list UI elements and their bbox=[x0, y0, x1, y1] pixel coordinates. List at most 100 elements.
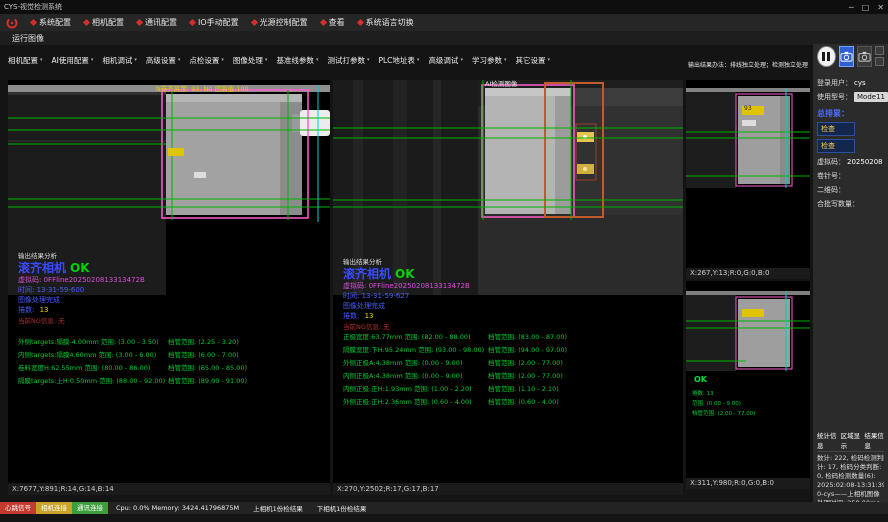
chevron-down-icon: ▾ bbox=[265, 57, 268, 63]
menu-bullet-icon bbox=[83, 19, 90, 26]
needle-label: 卷针号： bbox=[817, 171, 845, 181]
title-bar: CYS-视觉检测系统 ─ □ ✕ bbox=[0, 0, 888, 14]
camera-icon bbox=[840, 50, 853, 63]
menu-bullet-icon bbox=[320, 19, 327, 26]
stats-line: 0-cys——上相机图像 bbox=[817, 490, 884, 499]
measurement-text: 正极宽度:63.77mm 范围: (82.00 - 88.00) bbox=[343, 331, 488, 344]
menu-item-language[interactable]: 系统语言切换 bbox=[358, 17, 414, 28]
camera2-title: 滚齐相机 OK bbox=[343, 265, 470, 281]
camera-a-view-button[interactable] bbox=[839, 46, 854, 67]
menu-item-light-control[interactable]: 光源控制配置 bbox=[252, 17, 308, 28]
menu-item-system-config[interactable]: 系统配置 bbox=[31, 17, 71, 28]
tool-baseline-params[interactable]: 基准线参数▾ bbox=[276, 55, 318, 66]
status-ok-badge: OK bbox=[70, 261, 90, 275]
virtual-code-row: 虚拟码： 20250208 bbox=[817, 157, 884, 167]
stats-block: 统计信息 区域显示 结果信息 数计: 222, 检码检测判断: 计: 17, 检… bbox=[817, 430, 884, 508]
stats-tabs: 统计信息 区域显示 结果信息 bbox=[817, 430, 884, 452]
tool-other-settings[interactable]: 其它设置▾ bbox=[515, 55, 550, 66]
chevron-down-icon: ▾ bbox=[504, 57, 507, 63]
virtual-code: 虚拟码: 0FFline2025020813313472B bbox=[343, 281, 470, 291]
measurement-text: 外侧targets:隔膜-4.00mm 范围: (3.00 - 3.50) bbox=[18, 336, 168, 349]
tool-spot-check[interactable]: 点检设置▾ bbox=[189, 55, 224, 66]
measurement-row: 卷料宽度H:62.55mm 范围: (80.00 - 86.00)档管范围: (… bbox=[18, 362, 247, 375]
stats-tab[interactable]: 结果信息 bbox=[864, 430, 884, 450]
measurement-range: 档管范围: (2.00 - 77.00) bbox=[488, 357, 563, 370]
tool-label: 学习参数 bbox=[472, 55, 502, 66]
layout-top-icon[interactable] bbox=[875, 46, 884, 55]
qr-label: 二维码： bbox=[817, 185, 845, 195]
camera2-panel: AI检测图像 输出结果分析 滚齐相机 OK 虚拟码: 0FFline202502… bbox=[333, 80, 683, 483]
tool-label: 相机调试 bbox=[102, 55, 132, 66]
virtual-code-value: 20250208 bbox=[847, 158, 883, 166]
tool-ai-config[interactable]: AI使用配置▾ bbox=[52, 55, 94, 66]
layout-bottom-icon[interactable] bbox=[875, 57, 884, 66]
tool-label: 高级调试 bbox=[428, 55, 458, 66]
chevron-down-icon: ▾ bbox=[417, 57, 420, 63]
view-tab-row: 运行图像 bbox=[0, 31, 888, 45]
app-logo-icon bbox=[6, 17, 18, 29]
camera1-panel: N卷齐高度: 93. N0 凹高值:100 输出结果分析 滚齐相机 OK 虚拟码… bbox=[8, 80, 330, 483]
qr-row: 二维码： bbox=[817, 185, 884, 195]
tool-plc-address[interactable]: PLC地址表▾ bbox=[378, 55, 419, 66]
status-ok-badge: OK bbox=[395, 267, 415, 281]
tool-camera-config[interactable]: 相机配置▾ bbox=[8, 55, 43, 66]
measurement-text: 范围: (0.00 - 9.00) bbox=[692, 401, 741, 407]
menu-item-label: 系统配置 bbox=[39, 17, 71, 28]
stats-tab[interactable]: 区域显示 bbox=[841, 430, 861, 450]
tool-learning-params[interactable]: 学习参数▾ bbox=[472, 55, 507, 66]
measurement-row: 外侧正极:正H:2.36mm 范围: (0.60 - 4.00)档管范围: (0… bbox=[343, 396, 567, 409]
chevron-down-icon: ▾ bbox=[367, 57, 370, 63]
measurement-text: 内侧targets:隔膜4.60mm 范围: (3.00 - 6.00) bbox=[18, 349, 168, 362]
chevron-down-icon: ▾ bbox=[547, 57, 550, 63]
roll-count: 捲数: 13 bbox=[343, 311, 470, 321]
measurement-text: 隔膜targets:上H:0.50mm 范围: (88.00 - 92.00) bbox=[18, 375, 168, 388]
measurement-text: 档管范围: (2.00 - 77.00) bbox=[692, 411, 755, 417]
status-box-2: 检查 bbox=[817, 139, 855, 153]
tool-camera-debug[interactable]: 相机调试▾ bbox=[102, 55, 137, 66]
camera-b-view-button[interactable] bbox=[857, 46, 872, 67]
tool-label: 基准线参数 bbox=[276, 55, 314, 66]
processing-done: 图像处理完成 bbox=[18, 295, 145, 305]
tool-advanced-debug[interactable]: 高级调试▾ bbox=[428, 55, 463, 66]
batch-row: 合批写数量： bbox=[817, 199, 884, 209]
measurement-range: 档管范围: (83.00 - 87.00) bbox=[488, 331, 567, 344]
preview1-coord-status: X:267,Y:13;R:0,G:0,B:0 bbox=[686, 268, 810, 279]
measurement-range: 档管范围: (2.25 - 3.20) bbox=[168, 336, 239, 349]
pause-button[interactable] bbox=[817, 46, 836, 67]
login-user-label: 登录用户： bbox=[817, 78, 852, 88]
tab-running-image[interactable]: 运行图像 bbox=[12, 33, 44, 44]
measurement-text: 捲数: 13 bbox=[692, 391, 714, 397]
tool-label: 测试打参数 bbox=[327, 55, 365, 66]
measurement-row: 隔膜宽度:下H:95.24mm 范围: (93.00 - 98.00)档管范围:… bbox=[343, 344, 567, 357]
menu-item-camera-config[interactable]: 相机配置 bbox=[84, 17, 124, 28]
model-value-field[interactable]: Mode11 bbox=[854, 92, 888, 102]
model-row: 使用型号： Mode11 bbox=[817, 92, 884, 102]
maximize-button[interactable]: □ bbox=[862, 3, 870, 12]
minimize-button[interactable]: ─ bbox=[849, 3, 854, 12]
total-label: 总排累： bbox=[817, 108, 884, 119]
tool-test-params[interactable]: 测试打参数▾ bbox=[327, 55, 369, 66]
measurement-text: 外侧正极:正H:2.36mm 范围: (0.60 - 4.00) bbox=[343, 396, 488, 409]
measurement-range: 档管范围: (89.00 - 91.00) bbox=[168, 375, 247, 388]
virtual-code: 虚拟码: 0FFline2025020813313472B bbox=[18, 275, 145, 285]
virtual-code-label: 虚拟码： bbox=[817, 157, 845, 167]
stats-line: 0, 检码检测数量(6): bbox=[817, 472, 884, 481]
tool-image-processing[interactable]: 图像处理▾ bbox=[233, 55, 268, 66]
output-result-note: 输出结果办法：排线独立处理；检测独立处理 bbox=[688, 60, 812, 69]
menu-item-comm-config[interactable]: 通讯配置 bbox=[137, 17, 177, 28]
close-button[interactable]: ✕ bbox=[877, 3, 884, 12]
measurement-row: 内侧targets:隔膜4.60mm 范围: (3.00 - 6.00)档管范围… bbox=[18, 349, 247, 362]
camera1-measurements: 外侧targets:隔膜-4.00mm 范围: (3.00 - 3.50)档管范… bbox=[18, 336, 247, 388]
measurement-row: 内侧正极A:4.38mm 范围: (0.00 - 9.00)档管范围: (2.0… bbox=[343, 370, 567, 383]
menu-bullet-icon bbox=[136, 19, 143, 26]
roll-count-label: 捲数: bbox=[18, 306, 34, 314]
menu-item-view[interactable]: 查看 bbox=[321, 17, 345, 28]
pause-icon bbox=[822, 52, 825, 61]
chevron-down-icon: ▾ bbox=[91, 57, 94, 63]
menu-item-io-manual[interactable]: IO手动配置 bbox=[190, 17, 239, 28]
stats-tab[interactable]: 统计信息 bbox=[817, 430, 837, 450]
tool-label: 高级设置 bbox=[146, 55, 176, 66]
tool-advanced-settings[interactable]: 高级设置▾ bbox=[146, 55, 181, 66]
camera1-result-block: 输出结果分析 滚齐相机 OK 虚拟码: 0FFline2025020813313… bbox=[18, 250, 145, 325]
needle-row: 卷针号： bbox=[817, 171, 884, 181]
